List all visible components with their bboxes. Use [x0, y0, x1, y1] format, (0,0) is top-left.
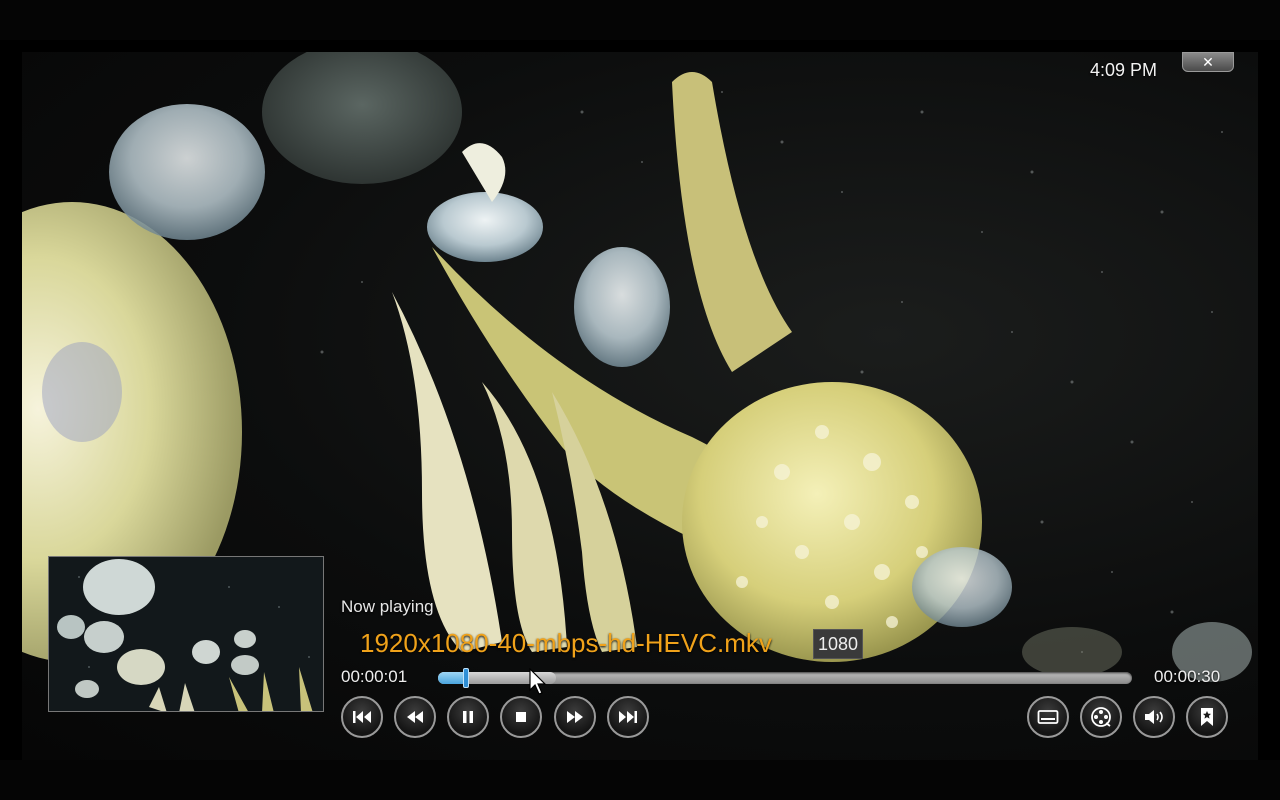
video-settings-button[interactable] — [1080, 696, 1122, 738]
audio-settings-button[interactable] — [1133, 696, 1175, 738]
subtitles-icon — [1037, 710, 1059, 724]
mouse-pointer-icon — [529, 668, 547, 695]
media-title: 1920x1080-40-mbps-hd-HEVC.mkv — [360, 628, 772, 658]
stop-button[interactable] — [500, 696, 542, 738]
current-time: 00:00:01 — [341, 667, 408, 686]
resolution-badge: 1080 — [813, 629, 864, 659]
seek-handle[interactable] — [462, 668, 469, 688]
fast-forward-icon — [567, 711, 583, 723]
total-time: 00:00:30 — [1154, 667, 1221, 686]
seek-progress — [438, 672, 466, 684]
video-thumbnail[interactable] — [48, 556, 324, 712]
pause-icon — [463, 711, 473, 723]
skip-next-icon — [619, 711, 637, 723]
clock: 4:09 PM — [1090, 60, 1158, 80]
volume-icon — [1145, 710, 1163, 724]
now-playing-label: Now playing — [341, 597, 434, 616]
subtitles-button[interactable] — [1027, 696, 1069, 738]
bookmark-icon — [1201, 708, 1213, 726]
skip-previous-button[interactable] — [341, 696, 383, 738]
stop-icon — [516, 712, 526, 722]
rewind-icon — [407, 711, 423, 723]
skip-next-button[interactable] — [607, 696, 649, 738]
skip-previous-icon — [353, 711, 371, 723]
letterbox-top — [0, 0, 1280, 40]
thumbnail-jellyfish-image — [49, 557, 323, 711]
close-button[interactable]: ✕ — [1182, 52, 1234, 72]
letterbox-bottom — [0, 760, 1280, 800]
pause-button[interactable] — [447, 696, 489, 738]
rewind-button[interactable] — [394, 696, 436, 738]
bookmark-button[interactable] — [1186, 696, 1228, 738]
film-reel-icon — [1091, 707, 1111, 727]
fast-forward-button[interactable] — [554, 696, 596, 738]
